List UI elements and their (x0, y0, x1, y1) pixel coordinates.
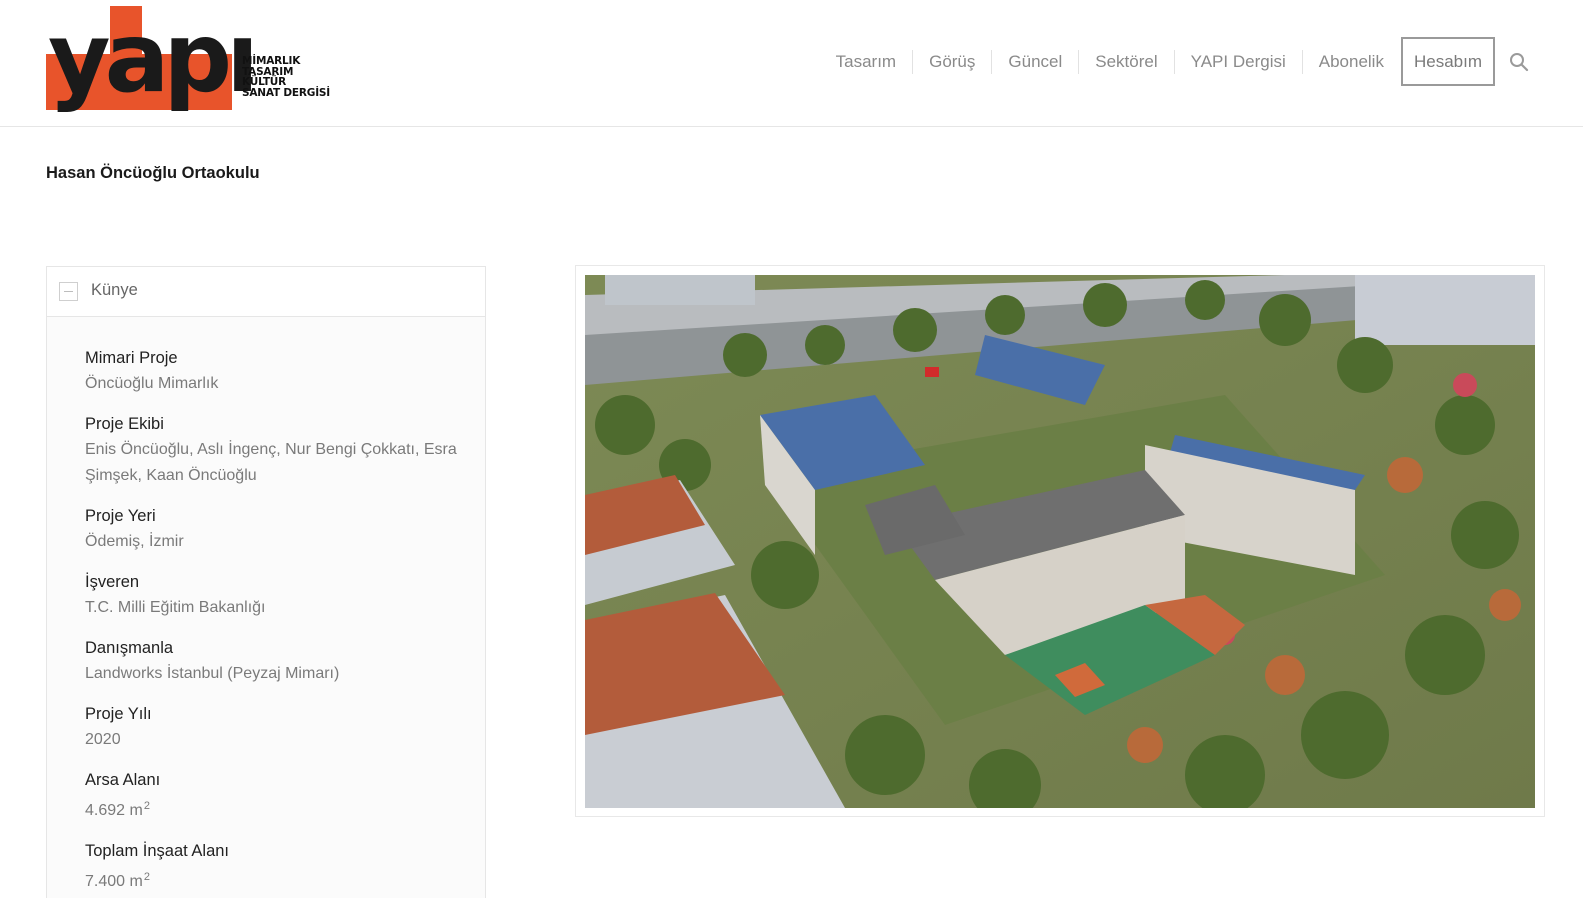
credit-field: Proje Ekibi Enis Öncüoğlu, Aslı İngenç, … (85, 411, 465, 489)
credit-value: Öncüoğlu Mimarlık (85, 375, 219, 392)
credit-value: 7.400 m2 (85, 864, 465, 895)
account-button[interactable]: Hesabım (1400, 37, 1495, 86)
nav-item-gorus[interactable]: Görüş (912, 49, 991, 74)
credit-value: Enis Öncüoğlu, Aslı İngenç, Nur Bengi Ço… (85, 441, 457, 484)
yapi-logo[interactable]: yapı MİMARLIK TASARIM KÜLTÜR SANAT DERGİ… (44, 2, 330, 122)
credit-field: Proje Yılı 2020 (85, 701, 465, 753)
credit-field: Danışmanla Landworks İstanbul (Peyzaj Mi… (85, 635, 465, 687)
nav-item-yapi-dergisi[interactable]: YAPI Dergisi (1173, 49, 1302, 74)
credit-label: Arsa Alanı (85, 771, 161, 789)
project-aerial-image[interactable] (585, 275, 1535, 808)
nav-item-guncel[interactable]: Güncel (991, 49, 1078, 74)
credit-value: T.C. Milli Eğitim Bakanlığı (85, 599, 266, 616)
credits-title: Künye (91, 281, 138, 299)
credit-field: Proje Yeri Ödemiş, İzmir (85, 503, 465, 555)
logo-line-4: SANAT DERGİSİ (242, 86, 330, 99)
credit-label: Proje Ekibi (85, 415, 164, 433)
credit-label: Mimari Proje (85, 349, 178, 367)
logo-line-3: KÜLTÜR (242, 76, 287, 88)
project-image-frame[interactable] (575, 265, 1545, 817)
credit-label: Toplam İnşaat Alanı (85, 842, 230, 860)
credit-value: 2020 (85, 731, 121, 748)
credits-toggle[interactable]: Künye (47, 267, 485, 317)
nav-item-tasarim[interactable]: Tasarım (820, 50, 912, 74)
project-credits-panel: Künye Mimari Proje Öncüoğlu Mimarlık Pro… (46, 266, 486, 898)
logo-word: yapı (48, 2, 259, 114)
credit-value-text: 7.400 m (85, 873, 143, 890)
credit-value-text: 4.692 m (85, 802, 143, 819)
site-header: yapı MİMARLIK TASARIM KÜLTÜR SANAT DERGİ… (0, 0, 1583, 127)
logo-line-1: MİMARLIK (242, 55, 301, 67)
credit-field: Mimari Proje Öncüoğlu Mimarlık (85, 345, 465, 397)
credit-label: Proje Yılı (85, 705, 152, 723)
nav-item-abonelik[interactable]: Abonelik (1301, 49, 1400, 74)
credit-label: Proje Yeri (85, 507, 156, 525)
credit-label: İşveren (85, 573, 140, 591)
page-title: Hasan Öncüoğlu Ortaokulu (46, 164, 260, 182)
search-icon[interactable] (1508, 51, 1530, 73)
credit-field: Arsa Alanı 4.692 m2 (85, 767, 465, 824)
collapse-icon[interactable] (59, 282, 78, 301)
credit-value: 4.692 m2 (85, 793, 465, 824)
credit-value: Landworks İstanbul (Peyzaj Mimarı) (85, 665, 340, 682)
credits-list: Mimari Proje Öncüoğlu Mimarlık Proje Eki… (85, 345, 465, 898)
credit-field: İşveren T.C. Milli Eğitim Bakanlığı (85, 569, 465, 621)
credit-value: Ödemiş, İzmir (85, 533, 184, 550)
logo-tagline: MİMARLIK TASARIM KÜLTÜR SANAT DERGİSİ (242, 56, 330, 98)
unit-exponent: 2 (143, 871, 150, 883)
credit-label: Danışmanla (85, 639, 174, 657)
nav-item-sektorel[interactable]: Sektörel (1078, 49, 1173, 74)
credit-field: Toplam İnşaat Alanı 7.400 m2 (85, 838, 465, 895)
unit-exponent: 2 (143, 800, 150, 812)
main-nav: Tasarım Görüş Güncel Sektörel YAPI Dergi… (820, 37, 1495, 86)
